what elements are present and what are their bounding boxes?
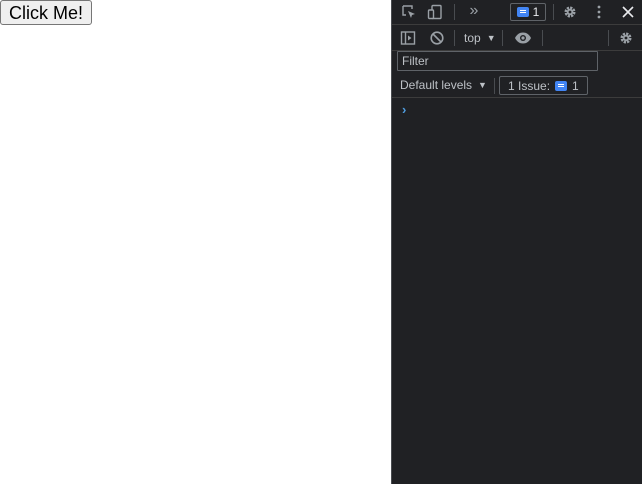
- toolbar-separator: [553, 4, 554, 20]
- levels-row: Default levels ▼ 1 Issue: 1: [392, 73, 642, 98]
- issue-count: 1: [572, 78, 579, 93]
- issues-icon: [555, 80, 568, 91]
- console-prompt-icon: ›: [402, 102, 407, 117]
- devtools-top-bar: » 1: [392, 0, 642, 25]
- issues-icon: [516, 7, 529, 17]
- console-settings-gear-icon[interactable]: [616, 28, 636, 48]
- context-label: top: [464, 31, 481, 45]
- web-page: Click Me!: [0, 0, 391, 484]
- gear-icon[interactable]: [560, 2, 580, 22]
- issue-label: 1 Issue:: [508, 78, 551, 93]
- chevron-down-icon: ▼: [486, 33, 496, 43]
- inspect-icon[interactable]: [399, 2, 419, 22]
- console-output[interactable]: ›: [392, 98, 642, 484]
- filter-row: [392, 51, 642, 73]
- toolbar-separator: [454, 30, 455, 46]
- console-toolbar: top ▼: [392, 25, 642, 51]
- close-icon[interactable]: [618, 2, 638, 22]
- device-toolbar-icon[interactable]: [425, 2, 445, 22]
- toolbar-separator: [494, 78, 495, 94]
- log-levels-label: Default levels: [400, 78, 473, 92]
- issues-badge[interactable]: 1: [510, 3, 546, 21]
- toolbar-separator: [608, 30, 609, 46]
- devtools-panel: » 1 top ▼ Filter Default levels ▼ 1 Issu…: [391, 0, 642, 484]
- clear-console-icon[interactable]: [427, 28, 447, 48]
- more-tabs-icon[interactable]: »: [464, 1, 484, 21]
- context-selector[interactable]: top ▼: [464, 29, 496, 47]
- toolbar-separator: [502, 30, 503, 46]
- sidebar-toggle-icon[interactable]: [398, 28, 418, 48]
- filter-input[interactable]: [397, 51, 598, 71]
- issues-button[interactable]: 1 Issue: 1: [499, 76, 588, 95]
- kebab-menu-icon[interactable]: [589, 2, 609, 22]
- eye-icon[interactable]: [513, 28, 533, 48]
- click-me-button[interactable]: Click Me!: [0, 0, 93, 25]
- issues-count: 1: [532, 5, 540, 19]
- log-levels-dropdown[interactable]: Default levels ▼: [400, 78, 487, 92]
- chevron-down-icon: ▼: [478, 80, 487, 90]
- toolbar-separator: [454, 4, 455, 20]
- toolbar-separator: [542, 30, 543, 46]
